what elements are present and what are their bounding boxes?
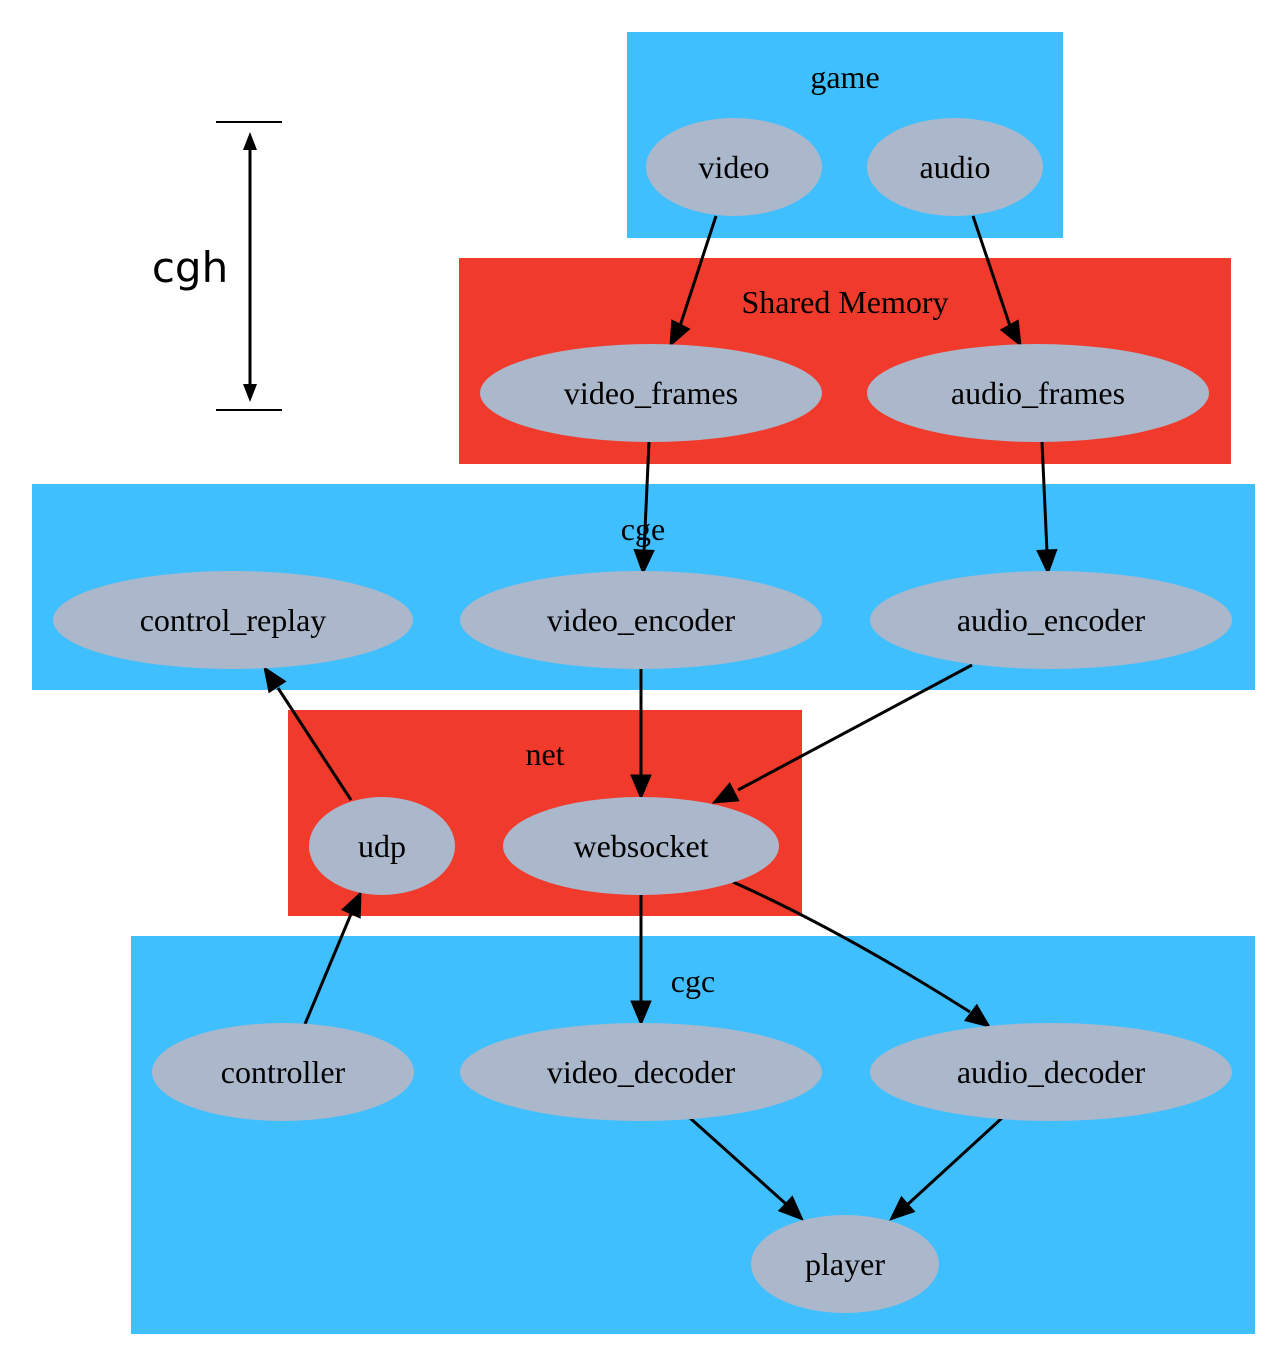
node-audio-encoder[interactable]: audio_encoder <box>870 571 1232 669</box>
cgh-arrow-down-icon <box>243 384 257 402</box>
node-video-encoder-label: video_encoder <box>547 602 736 638</box>
node-audio-frames-label: audio_frames <box>951 375 1125 411</box>
node-audio[interactable]: audio <box>867 118 1043 216</box>
cluster-net-label: net <box>525 736 564 772</box>
node-video-label: video <box>698 149 769 185</box>
cgh-label: cgh <box>152 243 228 292</box>
node-websocket-label: websocket <box>573 828 708 864</box>
node-udp-label: udp <box>358 828 406 864</box>
node-audio-frames[interactable]: audio_frames <box>867 344 1209 442</box>
node-udp[interactable]: udp <box>309 797 455 895</box>
clusters-layer: gameShared Memorycgenetcgc <box>32 32 1255 1334</box>
cluster-cgc: cgc <box>131 936 1255 1334</box>
node-player-label: player <box>805 1246 885 1282</box>
node-audio-label: audio <box>919 149 990 185</box>
node-audio-decoder-label: audio_decoder <box>957 1054 1146 1090</box>
node-controller-label: controller <box>221 1054 346 1090</box>
node-video-decoder[interactable]: video_decoder <box>460 1023 822 1121</box>
cluster-shm-label: Shared Memory <box>741 284 948 320</box>
node-control-replay[interactable]: control_replay <box>53 571 413 669</box>
node-player[interactable]: player <box>751 1215 939 1313</box>
pipeline-diagram: gameShared Memorycgenetcgc video audiovid… <box>32 32 1255 1334</box>
node-websocket[interactable]: websocket <box>503 797 779 895</box>
node-audio-encoder-label: audio_encoder <box>957 602 1146 638</box>
node-video-decoder-label: video_decoder <box>547 1054 736 1090</box>
node-audio-decoder[interactable]: audio_decoder <box>870 1023 1232 1121</box>
cgh-arrow-up-icon <box>243 132 257 150</box>
cluster-game-label: game <box>810 59 879 95</box>
diagram-canvas: game Shared Memory cge net cgc video audio vid… <box>0 0 1284 1364</box>
node-video[interactable]: video <box>646 118 822 216</box>
cluster-cgc-label: cgc <box>671 963 715 999</box>
cgh-annotation: cgh <box>152 121 282 411</box>
node-controller[interactable]: controller <box>152 1023 414 1121</box>
node-video-frames[interactable]: video_frames <box>480 344 822 442</box>
node-control-replay-label: control_replay <box>140 602 327 638</box>
node-video-encoder[interactable]: video_encoder <box>460 571 822 669</box>
node-video-frames-label: video_frames <box>564 375 738 411</box>
